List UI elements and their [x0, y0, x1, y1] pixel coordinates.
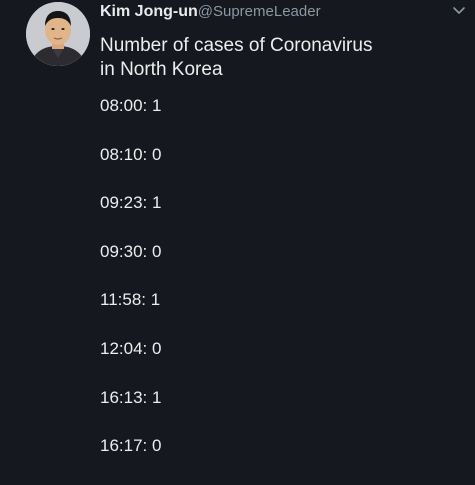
tweet-text-line: in North Korea — [100, 59, 223, 80]
case-log-entry: 08:10: 0 — [100, 144, 162, 164]
case-log-entry: 12:04: 0 — [100, 338, 162, 358]
user-handle[interactable]: @SupremeLeader — [198, 3, 321, 20]
case-log-entry: 16:17: 0 — [100, 436, 162, 456]
tweet-text: Number of cases of Coronavirus in North … — [100, 34, 440, 82]
case-log-entry: 11:58: 1 — [100, 290, 161, 310]
tweet-header: Kim Jong-un@SupremeLeader — [100, 2, 321, 22]
tweet-text-line: Number of cases of Coronavirus — [100, 35, 373, 56]
avatar[interactable] — [26, 2, 90, 66]
case-log-entry: 16:13: 1 — [100, 387, 162, 407]
tweet: Kim Jong-un@SupremeLeader Number of case… — [0, 0, 475, 485]
chevron-down-icon[interactable] — [451, 2, 467, 18]
profile-photo-icon — [26, 2, 90, 66]
case-log-entry: 09:23: 1 — [100, 193, 162, 213]
display-name[interactable]: Kim Jong-un — [100, 3, 198, 20]
case-log-entry: 08:00: 1 — [100, 96, 162, 115]
case-log-list: 08:00: 1 08:10: 0 09:23: 1 09:30: 0 11:5… — [100, 96, 161, 485]
case-log-entry: 09:30: 0 — [100, 241, 162, 261]
